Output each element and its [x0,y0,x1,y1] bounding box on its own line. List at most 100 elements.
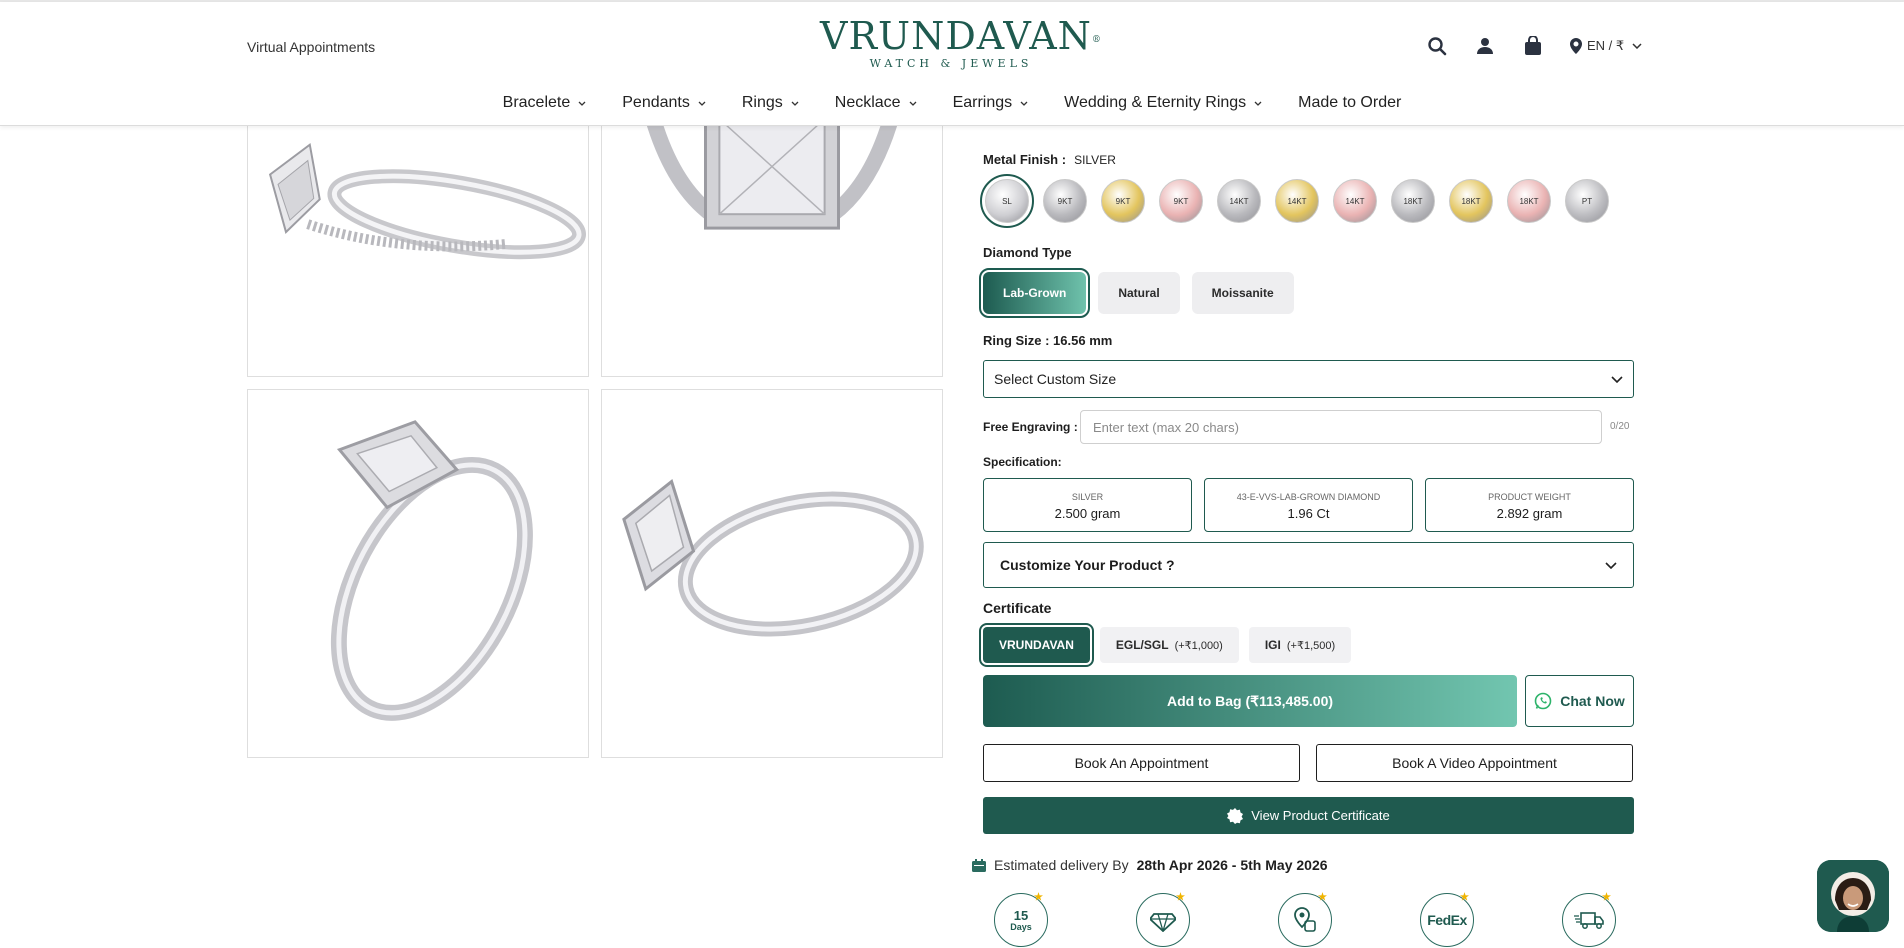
certificate-label: Certificate [983,600,1052,616]
certificate-option-price: (+₹1,000) [1174,639,1223,652]
chat-now-button[interactable]: Chat Now [1525,675,1634,727]
nav-item-wedding-eternity-rings[interactable]: Wedding & Eternity Rings [1064,94,1262,112]
product-image-top-view[interactable] [601,104,943,377]
brand-logo[interactable]: VRUNDAVAN® WATCH & JEWELS [820,16,1101,70]
spec-metal-weight: SILVER 2.500 gram [983,478,1192,532]
star-icon: ★ [1318,892,1327,903]
spec-diamond: 43-E-VVS-LAB-GROWN DIAMOND 1.96 Ct [1204,478,1413,532]
main-navigation: Bracelete Pendants Rings Necklace Earrin… [0,94,1904,112]
metal-swatch-code: PT [1581,196,1593,206]
nav-item-label: Rings [741,94,783,111]
metal-swatch-code: 9KT [1173,196,1189,206]
badge-line2: Days [1010,921,1032,932]
chevron-down-icon [1605,561,1617,569]
spec-value: 1.96 Ct [1287,506,1330,521]
certificate-egl-sgl[interactable]: EGL/SGL (+₹1,000) [1099,627,1239,663]
ring-size-label: Ring Size : 16.56 mm [983,333,1113,348]
certificate-vrundavan[interactable]: VRUNDAVAN [979,623,1094,667]
spec-key: 43-E-VVS-LAB-GROWN DIAMOND [1236,492,1381,502]
fedex-shipping-icon: ★ FedEx [1420,892,1474,947]
spec-key: PRODUCT WEIGHT [1488,492,1571,502]
logo-registered-mark: ® [1091,35,1102,45]
live-chat-avatar-button[interactable] [1817,860,1889,932]
star-icon: ★ [1460,892,1469,903]
view-product-certificate-label: View Product Certificate [1251,808,1390,823]
chevron-down-icon [578,101,586,106]
ring-angled-image [330,420,533,721]
metal-swatch[interactable]: 9KT [1159,179,1203,223]
support-agent-avatar [1817,860,1889,932]
specification-label: Specification: [983,455,1062,469]
metal-finish-label: Metal Finish : [983,152,1067,167]
customize-product-accordion[interactable]: Customize Your Product ? [983,542,1634,588]
calendar-icon [972,858,986,872]
product-image-perspective-view[interactable] [601,389,943,758]
metal-swatch[interactable]: 14KT [1275,179,1319,223]
metal-swatch[interactable]: 9KT [1101,179,1145,223]
estimated-delivery: Estimated delivery By 28th Apr 2026 - 5t… [972,857,1328,873]
user-account-icon[interactable] [1472,33,1498,59]
shopping-bag-icon[interactable] [1520,33,1546,59]
nav-item-made-to-order[interactable]: Made to Order [1298,94,1401,112]
diamond-type-options: Lab-Grown Natural Moissanite [978,268,1306,318]
metal-swatch[interactable]: 14KT [1333,179,1377,223]
custom-size-select-value: Select Custom Size [994,371,1117,387]
ring-top-image [644,105,900,230]
delivery-label: Estimated delivery By [994,857,1129,873]
book-appointment-button[interactable]: Book An Appointment [983,744,1300,782]
ring-side-image [268,142,586,260]
nav-item-label: Necklace [834,94,901,111]
nav-item-label: Bracelete [502,94,571,111]
diamond-type-natural[interactable]: Natural [1098,272,1180,314]
book-video-appointment-button[interactable]: Book A Video Appointment [1316,744,1633,782]
certificate-option-price: (+₹1,500) [1286,639,1336,652]
certificate-option-label: EGL/SGL [1115,638,1169,652]
nav-item-bracelete[interactable]: Bracelete [503,94,587,112]
diamond-type-moissanite[interactable]: Moissanite [1191,272,1294,314]
certificate-igi[interactable]: IGI (+₹1,500) [1248,627,1352,663]
metal-swatch-code: 14KT [1345,196,1365,206]
metal-swatch-code: 18KT [1461,196,1481,206]
nav-item-necklace[interactable]: Necklace [835,94,917,112]
metal-swatch[interactable]: 14KT [1217,179,1261,223]
language-currency-label: EN / ₹ [1587,38,1625,53]
metal-swatch-code: SL [1002,196,1012,206]
trust-badges: ★ 15 Days ★ ★ ★ FedEx ★ [994,892,1616,948]
metal-finish-heading: Metal Finish : SILVER [983,152,1116,167]
spec-value: 2.892 gram [1496,506,1563,521]
free-delivery-truck-icon: ★ [1562,892,1616,947]
search-icon[interactable] [1424,33,1450,59]
chevron-down-icon [1611,375,1623,383]
add-to-bag-button[interactable]: Add to Bag (₹113,485.00) [983,675,1517,727]
chevron-down-icon [698,101,706,106]
nav-item-label: Wedding & Eternity Rings [1064,94,1247,111]
metal-swatches: SL 9KT 9KT 9KT 14KT 14KT 14KT 18KT 18KT 18KT PT [980,174,1623,228]
engraving-input[interactable] [1080,410,1602,444]
metal-swatch[interactable]: PT [1565,179,1609,223]
ring-perspective-image [622,479,924,637]
location-pin-icon [1570,38,1582,54]
nav-item-label: Earrings [952,94,1013,111]
certificate-option-label: VRUNDAVAN [999,638,1074,652]
metal-swatch[interactable]: 9KT [1043,179,1087,223]
virtual-appointments-link[interactable]: Virtual Appointments [247,39,375,55]
nav-item-rings[interactable]: Rings [742,94,799,112]
metal-swatch[interactable]: 18KT [1507,179,1551,223]
whatsapp-icon [1534,692,1552,710]
diamond-type-lab-grown[interactable]: Lab-Grown [978,268,1091,318]
view-product-certificate-button[interactable]: View Product Certificate [983,797,1634,834]
language-currency-selector[interactable]: EN / ₹ [1570,38,1647,54]
nav-item-earrings[interactable]: Earrings [953,94,1029,112]
product-image-side-view[interactable] [247,104,589,377]
metal-swatch[interactable]: 18KT [1449,179,1493,223]
chevron-down-icon [1254,101,1262,106]
product-image-angled-view[interactable] [247,389,589,758]
customize-product-label: Customize Your Product ? [1000,557,1175,573]
metal-swatch[interactable]: 18KT [1391,179,1435,223]
chevron-down-icon [791,101,799,106]
certificate-options: VRUNDAVAN EGL/SGL (+₹1,000) IGI (+₹1,500) [979,623,1361,667]
metal-swatch[interactable]: SL [980,174,1034,228]
custom-size-select[interactable]: Select Custom Size [983,360,1634,398]
metal-finish-value: SILVER [1074,153,1116,167]
nav-item-pendants[interactable]: Pendants [622,94,706,112]
